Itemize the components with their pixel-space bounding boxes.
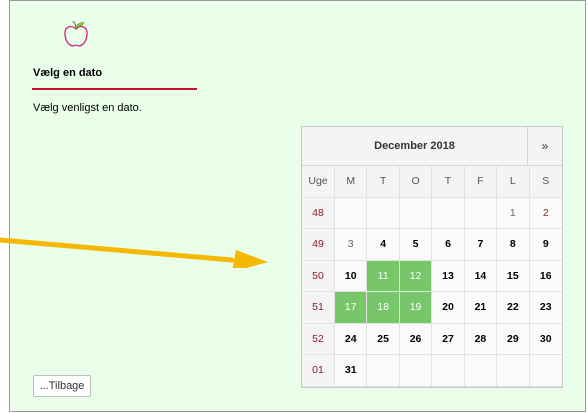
week-number: 52 (302, 323, 335, 355)
day-cell[interactable]: 30 (529, 323, 562, 355)
day-cell[interactable]: 19 (399, 292, 433, 324)
day-cell[interactable]: 24 (335, 323, 368, 355)
day-cell[interactable]: 7 (464, 229, 498, 261)
month-label: December 2018 (374, 140, 455, 152)
day-cell[interactable]: 31 (335, 355, 368, 387)
day-cell[interactable]: 18 (367, 292, 400, 324)
weekday-header: F (464, 166, 498, 198)
day-cell[interactable]: 27 (432, 323, 465, 355)
day-cell[interactable]: 28 (464, 323, 498, 355)
empty-day-cell (464, 355, 498, 387)
day-cell[interactable]: 1 (497, 197, 530, 229)
day-cell[interactable]: 10 (335, 260, 368, 292)
title-divider (32, 88, 197, 90)
back-button[interactable]: ...Tilbage (33, 375, 91, 397)
next-month-button[interactable]: » (527, 127, 562, 165)
day-cell[interactable]: 29 (497, 323, 530, 355)
day-cell[interactable]: 15 (497, 260, 530, 292)
calendar-header: December 2018 » (302, 127, 562, 166)
pointer-arrow-icon (0, 237, 268, 268)
day-cell[interactable]: 8 (497, 229, 530, 261)
day-cell[interactable]: 3 (335, 229, 368, 261)
apple-logo-icon (64, 20, 88, 47)
empty-day-cell (367, 355, 400, 387)
empty-day-cell (464, 197, 498, 229)
week-number: 50 (302, 260, 335, 292)
day-cell[interactable]: 11 (367, 260, 400, 292)
week-number: 49 (302, 229, 335, 261)
weekday-header: M (335, 166, 368, 198)
day-cell[interactable]: 6 (432, 229, 465, 261)
day-cell[interactable]: 17 (335, 292, 368, 324)
weekday-header: S (529, 166, 562, 198)
empty-day-cell (335, 197, 368, 229)
day-cell[interactable]: 23 (529, 292, 562, 324)
empty-day-cell (432, 197, 465, 229)
day-cell[interactable]: 12 (399, 260, 433, 292)
day-cell[interactable]: 25 (367, 323, 400, 355)
empty-day-cell (399, 355, 433, 387)
day-cell[interactable]: 21 (464, 292, 498, 324)
week-column-header: Uge (302, 166, 335, 198)
weekday-header: O (399, 166, 433, 198)
day-cell[interactable]: 26 (399, 323, 433, 355)
day-cell[interactable]: 9 (529, 229, 562, 261)
day-cell[interactable]: 13 (432, 260, 465, 292)
day-cell[interactable]: 20 (432, 292, 465, 324)
empty-day-cell (529, 355, 562, 387)
weekday-header: L (497, 166, 530, 198)
page-frame: Vælg en dato Vælg venligst en dato. Dece… (9, 0, 586, 412)
day-cell[interactable]: 4 (367, 229, 400, 261)
day-cell[interactable]: 16 (529, 260, 562, 292)
day-cell[interactable]: 2 (529, 197, 562, 229)
week-number: 51 (302, 292, 335, 324)
day-cell[interactable]: 5 (399, 229, 433, 261)
empty-day-cell (367, 197, 400, 229)
empty-day-cell (399, 197, 433, 229)
calendar-grid: Uge M T O T F L S 48 1 2 49 3 4 5 6 7 8 9 50 10 11 12 13 14 15 16 5… (302, 166, 562, 387)
day-cell[interactable]: 22 (497, 292, 530, 324)
week-number: 48 (302, 197, 335, 229)
weekday-header: T (367, 166, 400, 198)
empty-day-cell (497, 355, 530, 387)
page-title: Vælg en dato (33, 67, 103, 79)
weekday-header: T (432, 166, 465, 198)
date-picker: December 2018 » Uge M T O T F L S 48 1 2 49 3 4 5 6 7 8 9 5… (301, 126, 563, 388)
empty-day-cell (432, 355, 465, 387)
day-cell[interactable]: 14 (464, 260, 498, 292)
week-number: 01 (302, 355, 335, 387)
instruction-text: Vælg venligst en dato. (33, 102, 142, 114)
